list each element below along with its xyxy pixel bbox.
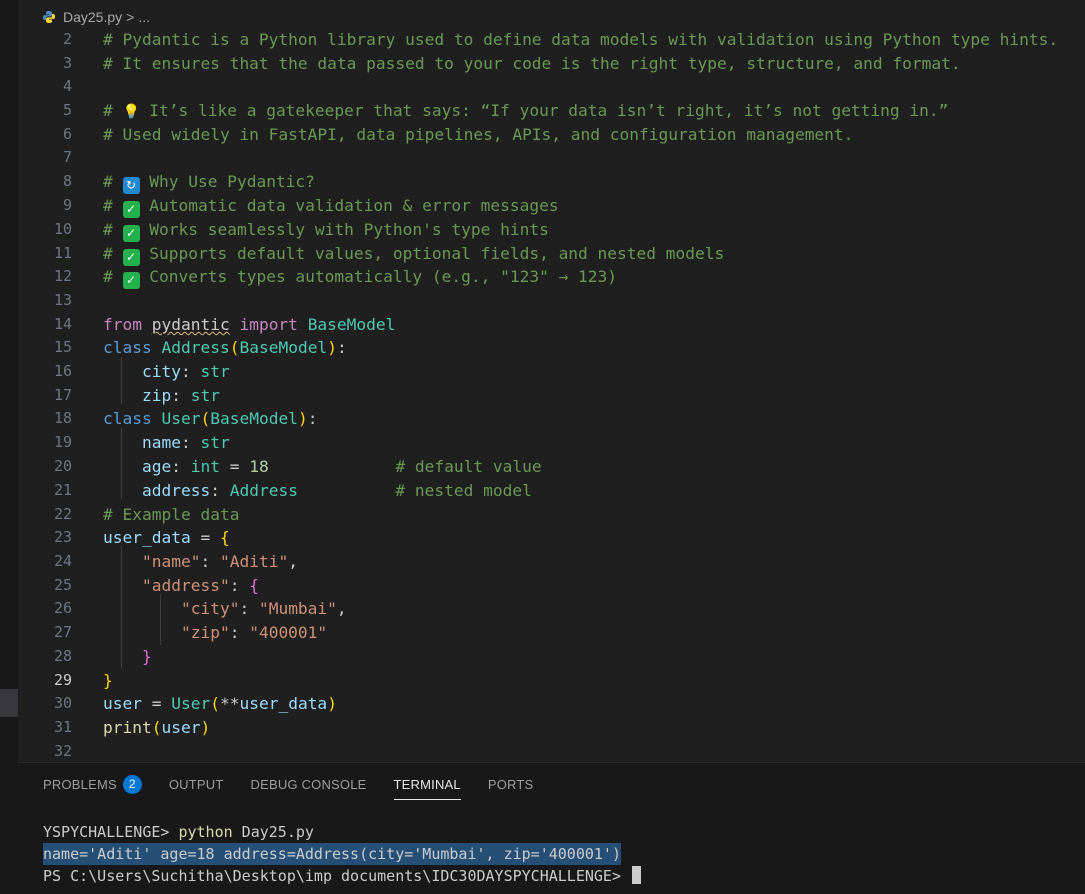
sync-icon: ↻ bbox=[122, 177, 140, 194]
tab-terminal[interactable]: TERMINAL bbox=[393, 775, 461, 800]
code-line: "city": "Mumbai", bbox=[180, 599, 347, 618]
bottom-panel: PROBLEMS 2 OUTPUT DEBUG CONSOLE TERMINAL … bbox=[18, 762, 1085, 894]
line-number: 5 bbox=[62, 101, 72, 119]
line-number: 14 bbox=[53, 315, 72, 333]
problems-count-badge: 2 bbox=[122, 775, 142, 794]
line-number: 10 bbox=[53, 220, 72, 238]
check-mark-icon: ✓ bbox=[122, 201, 140, 218]
code-line: # ✓ Converts types automatically (e.g., … bbox=[103, 267, 618, 289]
line-number: 30 bbox=[53, 694, 72, 712]
line-number: 23 bbox=[53, 528, 72, 546]
code-editor[interactable]: 2 3 4 5 6 7 8 9 10 11 12 13 14 15 16 17 18 19 20 21 22 23 24 25… bbox=[18, 30, 1085, 762]
check-mark-icon: ✓ bbox=[122, 225, 140, 242]
line-number: 28 bbox=[53, 647, 72, 665]
line-number: 3 bbox=[62, 54, 72, 72]
line-number: 26 bbox=[53, 599, 72, 617]
code-line: # It ensures that the data passed to you… bbox=[103, 54, 961, 73]
line-number: 8 bbox=[62, 172, 72, 190]
tab-problems[interactable]: PROBLEMS 2 bbox=[43, 775, 142, 800]
code-line: user_data = { bbox=[103, 528, 230, 547]
activity-bar bbox=[0, 0, 18, 894]
code-line: name: str bbox=[141, 433, 230, 452]
line-number: 19 bbox=[53, 433, 72, 451]
line-number: 9 bbox=[62, 196, 72, 214]
warning-squiggle[interactable]: pydantic bbox=[152, 315, 230, 334]
line-number: 29 bbox=[53, 671, 72, 689]
code-line: "address": { bbox=[141, 576, 259, 595]
code-line: "zip": "400001" bbox=[180, 623, 328, 642]
line-number: 24 bbox=[53, 552, 72, 570]
tab-output[interactable]: OUTPUT bbox=[169, 775, 224, 800]
code-line: city: str bbox=[141, 362, 230, 381]
line-number: 25 bbox=[53, 576, 72, 594]
terminal-cursor bbox=[632, 866, 641, 884]
line-number: 21 bbox=[53, 481, 72, 499]
code-line: # ✓ Works seamlessly with Python's type … bbox=[103, 220, 549, 242]
line-number: 12 bbox=[53, 267, 72, 285]
line-number: 15 bbox=[53, 338, 72, 356]
line-number: 16 bbox=[53, 362, 72, 380]
line-number: 7 bbox=[62, 148, 72, 166]
check-mark-icon: ✓ bbox=[122, 272, 140, 289]
code-line: # ✓ Supports default values, optional fi… bbox=[103, 244, 725, 266]
code-line: # ↻ Why Use Pydantic? bbox=[103, 172, 315, 194]
breadcrumb-separator: > bbox=[126, 9, 135, 25]
code-line: class Address(BaseModel): bbox=[103, 338, 347, 357]
code-line: # Example data bbox=[103, 505, 240, 524]
code-line: print(user) bbox=[103, 718, 211, 737]
line-number: 22 bbox=[53, 505, 72, 523]
terminal-prompt[interactable]: PS C:\Users\Suchitha\Desktop\imp documen… bbox=[43, 865, 641, 887]
line-number: 13 bbox=[53, 291, 72, 309]
line-number: 31 bbox=[53, 718, 72, 736]
code-line: user = User(**user_data) bbox=[103, 694, 337, 713]
line-number: 32 bbox=[53, 742, 72, 760]
line-number: 27 bbox=[53, 623, 72, 641]
breadcrumb-more[interactable]: ... bbox=[138, 9, 150, 25]
code-line: # ✓ Automatic data validation & error me… bbox=[103, 196, 559, 218]
code-line: "name": "Aditi", bbox=[141, 552, 298, 571]
code-line: age: int = 18 # default value bbox=[141, 457, 542, 476]
code-line: } bbox=[141, 647, 152, 666]
line-number: 4 bbox=[62, 77, 72, 95]
code-line: # Pydantic is a Python library used to d… bbox=[103, 30, 1059, 49]
line-number: 17 bbox=[53, 386, 72, 404]
tab-debug-console[interactable]: DEBUG CONSOLE bbox=[251, 775, 367, 800]
line-number: 18 bbox=[53, 409, 72, 427]
panel-tabs: PROBLEMS 2 OUTPUT DEBUG CONSOLE TERMINAL … bbox=[43, 775, 560, 800]
breadcrumb-file[interactable]: Day25.py bbox=[63, 9, 122, 25]
check-mark-icon: ✓ bbox=[122, 249, 140, 266]
line-number: 11 bbox=[53, 244, 72, 262]
code-line: } bbox=[103, 671, 113, 690]
tab-ports[interactable]: PORTS bbox=[488, 775, 534, 800]
code-line: # Used widely in FastAPI, data pipelines… bbox=[103, 125, 854, 144]
lightbulb-icon: 💡 bbox=[122, 104, 140, 120]
code-line: class User(BaseModel): bbox=[103, 409, 318, 428]
line-number: 2 bbox=[62, 30, 72, 48]
code-line: address: Address # nested model bbox=[141, 481, 532, 500]
line-number: 20 bbox=[53, 457, 72, 475]
line-number: 6 bbox=[62, 125, 72, 143]
terminal-output-selected[interactable]: name='Aditi' age=18 address=Address(city… bbox=[43, 843, 621, 865]
terminal-line: YSPYCHALLENGE> python Day25.py bbox=[43, 823, 314, 841]
code-line: from pydantic import BaseModel bbox=[103, 315, 396, 334]
activity-marker[interactable] bbox=[0, 689, 18, 717]
code-line: # 💡 It’s like a gatekeeper that says: “I… bbox=[103, 99, 948, 125]
python-icon bbox=[42, 10, 56, 24]
code-line: zip: str bbox=[141, 386, 220, 405]
